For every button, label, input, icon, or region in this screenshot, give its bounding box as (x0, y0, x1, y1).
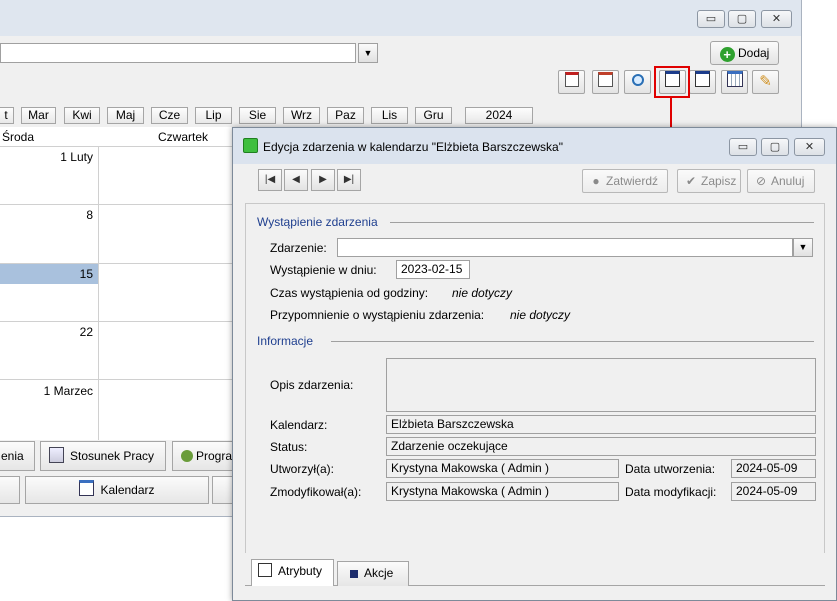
calendar-grid-icon[interactable] (721, 70, 748, 94)
section-divider (331, 341, 814, 342)
calendar-icon[interactable] (558, 70, 585, 94)
day-cell[interactable]: 8 (3, 208, 93, 222)
created-by-field: Krystyna Makowska ( Admin ) (386, 459, 619, 478)
month-sep-button[interactable]: Wrz (283, 107, 320, 124)
add-button[interactable]: + Dodaj (710, 41, 779, 65)
calendar-export-icon[interactable] (592, 70, 619, 94)
year-field[interactable]: 2024 (465, 107, 533, 124)
next-record-button[interactable]: ▶ (311, 169, 335, 191)
check-icon: ✔ (685, 174, 697, 188)
dialog-close-button[interactable]: ✕ (794, 138, 825, 156)
description-field[interactable] (386, 358, 816, 412)
close-button[interactable]: ✕ (761, 10, 792, 28)
search-icon[interactable] (624, 70, 651, 94)
calendar-label: Kalendarz: (270, 418, 328, 432)
day-cell[interactable]: 15 (3, 267, 93, 281)
day-cell[interactable]: 22 (3, 325, 93, 339)
prev-record-button[interactable]: ◀ (284, 169, 308, 191)
reminder-label: Przypomnienie o wystąpieniu zdarzenia: (270, 308, 485, 322)
month-feb-button[interactable]: t (0, 107, 14, 124)
day-header-thursday: Czwartek (158, 130, 209, 144)
section-info-title: Informacje (257, 334, 314, 348)
app-icon (243, 138, 258, 153)
attributes-icon (258, 563, 272, 577)
event-combo-dropdown[interactable]: ▼ (793, 238, 813, 257)
month-apr-button[interactable]: Kwi (64, 107, 100, 124)
created-date-field: 2024-05-09 (731, 459, 816, 478)
day-header-wednesday: Środa (2, 130, 35, 144)
month-aug-button[interactable]: Sie (239, 107, 276, 124)
maximize-button[interactable]: ▢ (728, 10, 756, 28)
month-jul-button[interactable]: Lip (195, 107, 232, 124)
event-delete-icon[interactable] (689, 70, 716, 94)
modified-by-label: Zmodyfikował(a): (270, 485, 362, 499)
created-date-label: Data utworzenia: (625, 462, 716, 476)
dialog-title: Edycja zdarzenia w kalendarzu "Elżbieta … (263, 140, 563, 154)
calendar-icon (79, 480, 95, 496)
dialog-minimize-button[interactable]: ▭ (729, 138, 757, 156)
filter-combo-dropdown[interactable]: ▼ (358, 43, 378, 63)
add-icon: + (719, 47, 735, 62)
save-button[interactable]: ✔ Zapisz (677, 169, 741, 193)
day-cell[interactable]: 1 Marzec (3, 384, 93, 398)
section-occurrence-title: Wystąpienie zdarzenia (257, 215, 378, 229)
tab-calendar[interactable]: Kalendarz (25, 476, 209, 504)
tab-employment[interactable]: Stosunek Pracy (40, 441, 166, 471)
created-by-label: Utworzył(a): (270, 462, 335, 476)
time-label: Czas wystąpienia od godziny: (270, 286, 429, 300)
dialog-maximize-button[interactable]: ▢ (761, 138, 789, 156)
event-combo[interactable] (337, 238, 793, 257)
document-icon (49, 447, 64, 463)
first-record-button[interactable]: |◀ (258, 169, 282, 191)
date-label: Wystąpienie w dniu: (270, 263, 377, 277)
cancel-icon: ⊘ (755, 174, 767, 188)
month-nov-button[interactable]: Lis (371, 107, 408, 124)
status-label: Status: (270, 440, 308, 454)
tab-actions[interactable]: Akcje (337, 561, 409, 586)
modified-date-label: Data modyfikacji: (625, 485, 717, 499)
tab-partial[interactable]: enia (0, 441, 35, 471)
confirm-button[interactable]: ● Zatwierdź (582, 169, 668, 193)
title-bar (0, 0, 801, 36)
modified-date-field: 2024-05-09 (731, 482, 816, 501)
month-may-button[interactable]: Maj (107, 107, 144, 124)
section-divider (390, 222, 814, 223)
month-oct-button[interactable]: Paz (327, 107, 364, 124)
grid-line (98, 146, 99, 440)
tab-attributes[interactable]: Atrybuty (251, 559, 334, 586)
reminder-value: nie dotyczy (510, 308, 571, 322)
pencil-icon[interactable]: ✎ (752, 70, 779, 94)
tab-programs[interactable]: Progra (172, 441, 234, 471)
status-field: Zdarzenie oczekujące (386, 437, 816, 456)
calendar-field: Elżbieta Barszczewska (386, 415, 816, 434)
users-icon (181, 450, 193, 462)
date-field[interactable]: 2023-02-15 (396, 260, 470, 279)
callout-highlight (654, 66, 690, 98)
month-mar-button[interactable]: Mar (21, 107, 56, 124)
dot-icon: ● (592, 174, 600, 188)
tab-empty-right[interactable] (212, 476, 234, 504)
time-value: nie dotyczy (452, 286, 513, 300)
cancel-button[interactable]: ⊘ Anuluj (747, 169, 815, 193)
modified-by-field: Krystyna Makowska ( Admin ) (386, 482, 619, 501)
month-jun-button[interactable]: Cze (151, 107, 188, 124)
event-edit-dialog: Edycja zdarzenia w kalendarzu "Elżbieta … (232, 127, 837, 601)
action-arrow-icon (350, 570, 358, 578)
filter-combo[interactable] (0, 43, 356, 63)
minimize-button[interactable]: ▭ (697, 10, 725, 28)
event-label: Zdarzenie: (270, 241, 327, 255)
description-label: Opis zdarzenia: (270, 378, 354, 392)
day-cell[interactable]: 1 Luty (3, 150, 93, 164)
add-button-label: Dodaj (737, 46, 770, 60)
month-dec-button[interactable]: Gru (415, 107, 452, 124)
tab-empty-left[interactable] (0, 476, 20, 504)
last-record-button[interactable]: ▶| (337, 169, 361, 191)
